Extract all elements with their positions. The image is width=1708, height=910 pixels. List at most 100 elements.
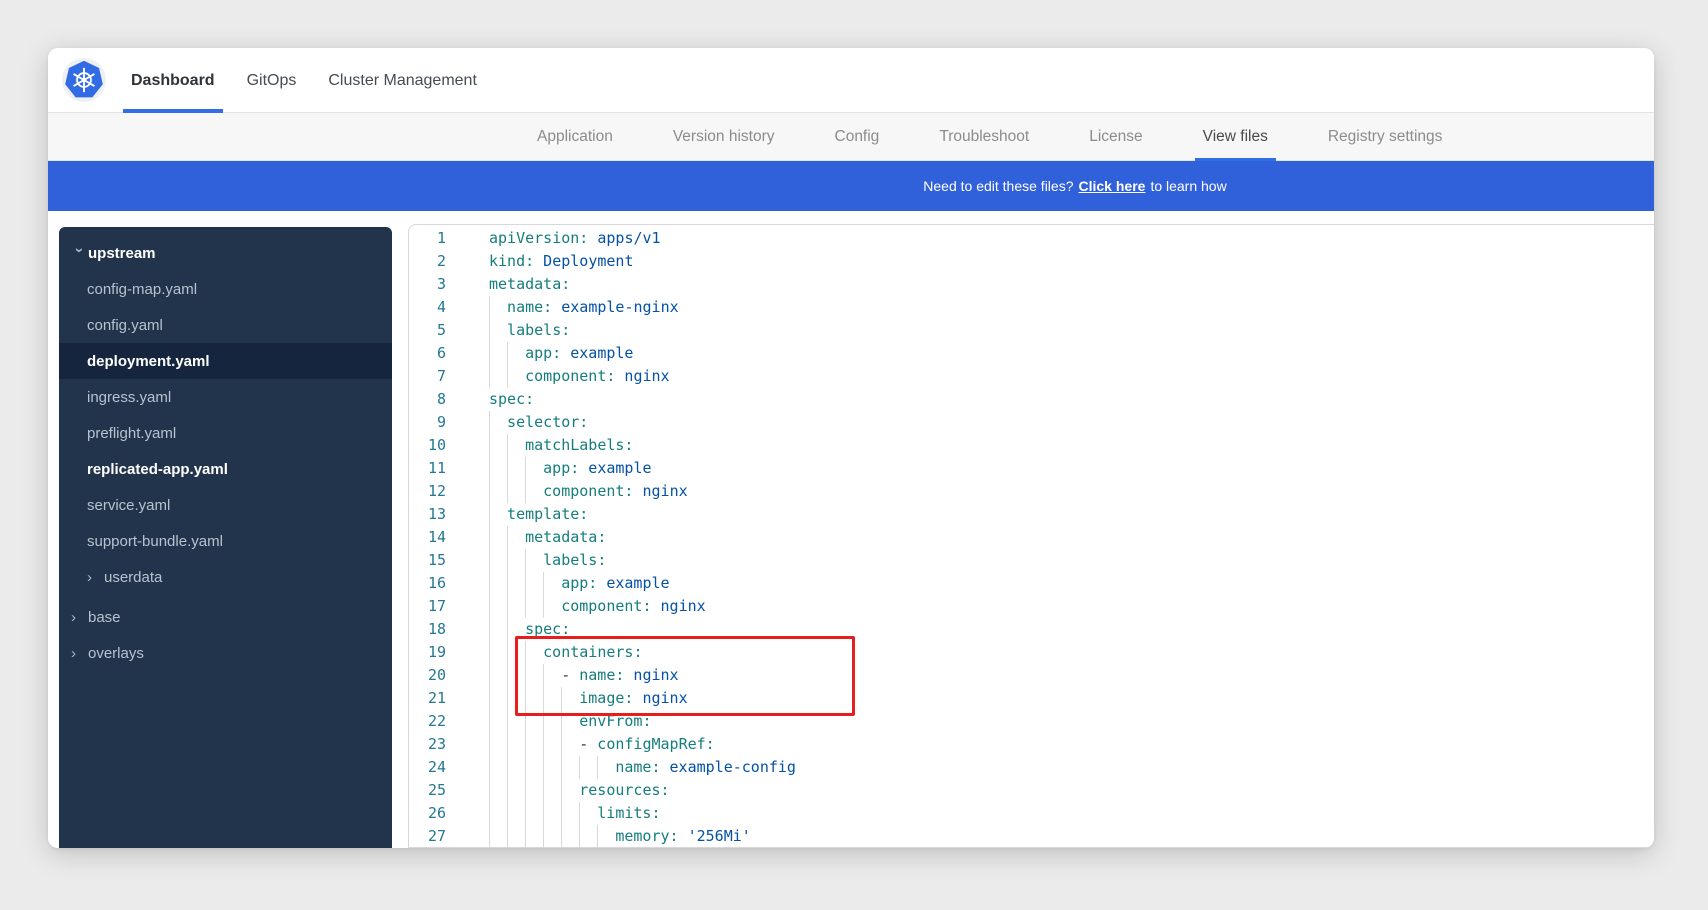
line-number: 4 [409,296,446,319]
tree-item-replicated-app-yaml[interactable]: replicated-app.yaml [59,451,392,487]
code-text: resources: [489,779,670,802]
code-text: memory: '256Mi' [489,825,751,848]
line-number: 15 [409,549,446,572]
yaml-editor[interactable]: 1apiVersion: apps/v12 kind: Deployment3me… [408,224,1654,848]
tree-item-deployment-yaml[interactable]: deployment.yaml [59,343,392,379]
code-text: template: [489,503,588,526]
code-text: matchLabels: [489,434,633,457]
code-line: 2 kind: Deployment [409,250,1654,273]
admin-console-window: DashboardGitOpsCluster Management Applic… [48,48,1654,848]
tree-item-label: base [88,609,121,626]
tree-item-config-map-yaml[interactable]: config-map.yaml [59,271,392,307]
tree-item-label: userdata [104,569,162,586]
code-line: 14metadata: [409,526,1654,549]
line-number: 22 [409,710,446,733]
line-number: 25 [409,779,446,802]
tree-item-base[interactable]: ›base [59,599,392,635]
code-line: 20- name: nginx [409,664,1654,687]
tree-item-config-yaml[interactable]: config.yaml [59,307,392,343]
subnav-item-view-files[interactable]: View files [1195,113,1276,161]
file-tree-sidebar[interactable]: ›upstreamconfig-map.yamlconfig.yamldeplo… [59,227,392,848]
code-text: app: example [489,572,670,595]
code-text: kind: Deployment [489,250,634,273]
line-number: 2 [409,250,446,273]
code-text: envFrom: [489,710,651,733]
subnav-item-registry-settings[interactable]: Registry settings [1320,113,1451,161]
code-line: 25 resources: [409,779,1654,802]
tab-dashboard[interactable]: Dashboard [123,48,223,113]
code-text: - name: nginx [489,664,679,687]
subnav-item-license[interactable]: License [1081,113,1150,161]
line-number: 6 [409,342,446,365]
line-number: 1 [409,227,446,250]
code-line: 10 matchLabels: [409,434,1654,457]
subnav-item-troubleshoot[interactable]: Troubleshoot [931,113,1037,161]
tree-item-label: service.yaml [87,497,170,514]
tree-item-overlays[interactable]: ›overlays [59,635,392,671]
line-number: 12 [409,480,446,503]
code-line: 17 component: nginx [409,595,1654,618]
chevron-right-icon: › [71,645,88,662]
tree-item-label: replicated-app.yaml [87,461,228,478]
tree-item-userdata[interactable]: ›userdata [59,559,392,595]
top-tabs: DashboardGitOpsCluster Management [123,48,485,113]
line-number: 8 [409,388,446,411]
code-line: 7component: nginx [409,365,1654,388]
tree-item-label: upstream [88,245,156,262]
code-line: 18spec: [409,618,1654,641]
code-text: - configMapRef: [489,733,715,756]
code-line: 26limits: [409,802,1654,825]
tree-item-label: config-map.yaml [87,281,197,298]
tree-item-label: overlays [88,645,144,662]
line-number: 11 [409,457,446,480]
kubernetes-logo [62,58,106,102]
tree-item-preflight-yaml[interactable]: preflight.yaml [59,415,392,451]
code-line: 9selector: [409,411,1654,434]
banner-link[interactable]: Click here [1079,178,1146,194]
code-line: 8 spec: [409,388,1654,411]
code-line: 5 labels: [409,319,1654,342]
tree-item-service-yaml[interactable]: service.yaml [59,487,392,523]
tree-item-ingress-yaml[interactable]: ingress.yaml [59,379,392,415]
code-text: metadata: [489,273,570,296]
code-line: 16app: example [409,572,1654,595]
tree-item-label: preflight.yaml [87,425,176,442]
tree-item-support-bundle-yaml[interactable]: support-bundle.yaml [59,523,392,559]
subnav-item-config[interactable]: Config [827,113,888,161]
code-text: name: example-config [489,756,796,779]
line-number: 27 [409,825,446,848]
line-number: 9 [409,411,446,434]
code-line: 22 envFrom: [409,710,1654,733]
subnav-item-application[interactable]: Application [529,113,621,161]
line-number: 17 [409,595,446,618]
tree-item-label: config.yaml [87,317,163,334]
code-text: metadata: [489,526,606,549]
code-line: 23- configMapRef: [409,733,1654,756]
line-number: 5 [409,319,446,342]
code-text: limits: [489,802,661,825]
code-text: labels: [489,319,570,342]
subnav-item-version-history[interactable]: Version history [665,113,783,161]
line-number: 19 [409,641,446,664]
code-line: 13 template: [409,503,1654,526]
code-text: spec: [489,388,534,411]
tree-item-label: deployment.yaml [87,353,210,370]
code-text: containers: [489,641,642,664]
code-line: 6app: example [409,342,1654,365]
tree-item-upstream[interactable]: ›upstream [59,235,392,271]
code-line: 1apiVersion: apps/v1 [409,227,1654,250]
tree-item-label: support-bundle.yaml [87,533,223,550]
code-line: 21image: nginx [409,687,1654,710]
banner-text: Need to edit these files? Click here to … [923,161,1226,211]
code-text: component: nginx [489,595,706,618]
banner-text-before: Need to edit these files? [923,178,1073,194]
line-number: 13 [409,503,446,526]
tab-gitops[interactable]: GitOps [239,48,305,113]
code-line: 27 memory: '256Mi' [409,825,1654,848]
line-number: 10 [409,434,446,457]
code-text: name: example-nginx [489,296,679,319]
tab-cluster-management[interactable]: Cluster Management [320,48,485,113]
code-text: component: nginx [489,480,688,503]
code-line: 3metadata: [409,273,1654,296]
code-text: labels: [489,549,606,572]
